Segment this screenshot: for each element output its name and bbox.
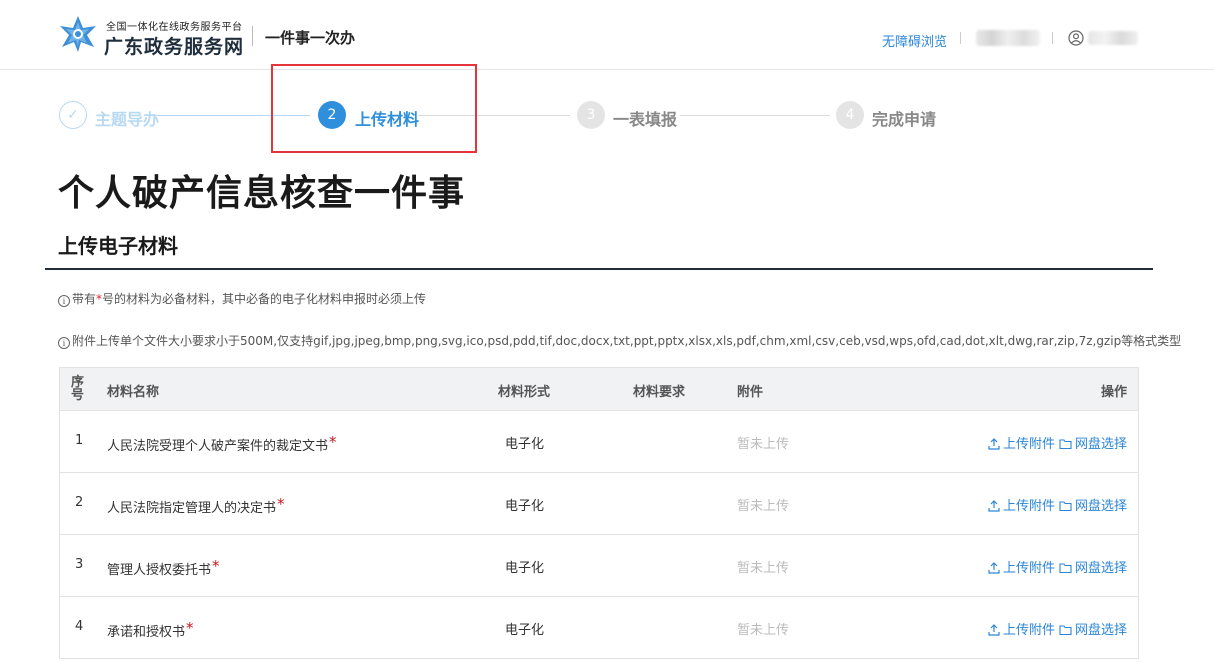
upload-icon (988, 438, 1000, 450)
cloud-select-button[interactable]: 网盘选择 (1059, 623, 1127, 638)
blurred-username[interactable] (1088, 31, 1138, 45)
highlight-annotation-box (271, 64, 477, 153)
header-index: 序号 (71, 375, 85, 403)
user-icon[interactable] (1068, 30, 1084, 46)
brand-divider (252, 26, 253, 46)
material-name-text: 人民法院受理个人破产案件的裁定文书 (107, 439, 329, 454)
attachment-status: 暂未上传 (737, 499, 790, 514)
note-text-pre: 带有 (72, 292, 97, 306)
step-4-circle: 4 (836, 101, 864, 129)
cloud-select-label: 网盘选择 (1074, 623, 1127, 638)
material-name: 管理人授权委托书* (107, 557, 220, 578)
table-row: 4 承诺和授权书* 电子化 暂未上传 上传附件 网盘选择 (60, 597, 1138, 659)
upload-icon (988, 500, 1000, 512)
material-name: 承诺和授权书* (107, 619, 194, 640)
header-operation: 操作 (1100, 385, 1127, 400)
upload-attachment-button[interactable]: 上传附件 (988, 499, 1055, 514)
brand-platform-name: 全国一体化在线政务服务平台 (106, 22, 243, 33)
cloud-select-button[interactable]: 网盘选择 (1059, 561, 1127, 576)
step-4-label: 完成申请 (872, 110, 937, 129)
section-divider (45, 268, 1153, 270)
blurred-text (976, 30, 1040, 46)
material-name-text: 管理人授权委托书 (107, 563, 212, 578)
material-form: 电子化 (505, 437, 545, 452)
row-operations: 上传附件 网盘选择 (984, 557, 1127, 576)
step-1-label[interactable]: 主题导办 (95, 106, 159, 130)
attachment-status: 暂未上传 (737, 623, 790, 638)
cloud-select-label: 网盘选择 (1074, 437, 1127, 452)
folder-icon (1059, 501, 1072, 512)
material-name-text: 承诺和授权书 (107, 625, 186, 640)
upload-label: 上传附件 (1002, 623, 1055, 638)
file-format-text: 附件上传单个文件大小要求小于500M,仅支持gif,jpg,jpeg,bmp,p… (72, 334, 1182, 348)
material-form: 电子化 (505, 499, 545, 514)
logo-icon[interactable] (58, 14, 98, 54)
row-index: 1 (75, 433, 84, 448)
step-1-circle: ✓ (59, 101, 87, 129)
accessibility-link[interactable]: 无障碍浏览 (882, 31, 947, 50)
step-3-label: 一表填报 (613, 110, 678, 129)
upload-attachment-button[interactable]: 上传附件 (988, 437, 1055, 452)
material-name: 人民法院受理个人破产案件的裁定文书* (107, 433, 337, 454)
material-name: 人民法院指定管理人的决定书* (107, 495, 285, 516)
materials-table: 序号 材料名称 材料形式 材料要求 附件 操作 1 人民法院受理个人破产案件的裁… (59, 367, 1139, 659)
row-operations: 上传附件 网盘选择 (984, 619, 1127, 638)
required-star: * (186, 619, 194, 637)
row-index: 3 (75, 557, 84, 572)
header-form: 材料形式 (498, 385, 551, 400)
note-text-post: 号的材料为必备材料，其中必备的电子化材料申报时必须上传 (102, 292, 427, 306)
row-index: 4 (75, 619, 84, 634)
brand-section-name: 一件事一次办 (265, 29, 356, 47)
brand-site-name[interactable]: 广东政务服务网 (104, 32, 244, 59)
table-header: 序号 材料名称 材料形式 材料要求 附件 操作 (60, 367, 1138, 411)
attachment-status: 暂未上传 (737, 561, 790, 576)
folder-icon (1059, 625, 1072, 636)
upload-label: 上传附件 (1002, 437, 1055, 452)
header-attachment: 附件 (737, 385, 764, 400)
material-name-text: 人民法院指定管理人的决定书 (107, 501, 277, 516)
required-note: i 带有*号的材料为必备材料，其中必备的电子化材料申报时必须上传 (58, 290, 426, 307)
cloud-select-label: 网盘选择 (1074, 499, 1127, 514)
table-row: 1 人民法院受理个人破产案件的裁定文书* 电子化 暂未上传 上传附件 网盘选择 (60, 411, 1138, 473)
page-title: 个人破产信息核查一件事 (58, 173, 466, 214)
row-operations: 上传附件 网盘选择 (984, 495, 1127, 514)
attachment-status: 暂未上传 (737, 437, 790, 452)
cloud-select-button[interactable]: 网盘选择 (1059, 437, 1127, 452)
header-divider (960, 32, 961, 44)
upload-label: 上传附件 (1002, 499, 1055, 514)
folder-icon (1059, 563, 1072, 574)
upload-icon (988, 562, 1000, 574)
cloud-select-button[interactable]: 网盘选择 (1059, 499, 1127, 514)
upload-label: 上传附件 (1002, 561, 1055, 576)
required-star: * (277, 495, 285, 513)
info-icon: i (58, 337, 70, 349)
cloud-select-label: 网盘选择 (1074, 561, 1127, 576)
upload-attachment-button[interactable]: 上传附件 (988, 623, 1055, 638)
header-name: 材料名称 (107, 385, 160, 400)
folder-icon (1059, 439, 1072, 450)
top-header: 全国一体化在线政务服务平台 广东政务服务网 一件事一次办 无障碍浏览 (0, 0, 1214, 70)
step-3-circle: 3 (577, 101, 605, 129)
row-index: 2 (75, 495, 84, 510)
table-row: 2 人民法院指定管理人的决定书* 电子化 暂未上传 上传附件 网盘选择 (60, 473, 1138, 535)
row-operations: 上传附件 网盘选择 (984, 433, 1127, 452)
material-form: 电子化 (505, 623, 545, 638)
file-format-note: i 附件上传单个文件大小要求小于500M,仅支持gif,jpg,jpeg,bmp,… (58, 332, 1181, 349)
required-star: * (212, 557, 220, 575)
section-title: 上传电子材料 (58, 234, 178, 258)
upload-attachment-button[interactable]: 上传附件 (988, 561, 1055, 576)
header-divider (1052, 32, 1053, 44)
upload-icon (988, 624, 1000, 636)
step-connector (680, 115, 830, 116)
material-form: 电子化 (505, 561, 545, 576)
table-row: 3 管理人授权委托书* 电子化 暂未上传 上传附件 网盘选择 (60, 535, 1138, 597)
header-requirement: 材料要求 (633, 385, 686, 400)
info-icon: i (58, 295, 70, 307)
required-star: * (329, 433, 337, 451)
